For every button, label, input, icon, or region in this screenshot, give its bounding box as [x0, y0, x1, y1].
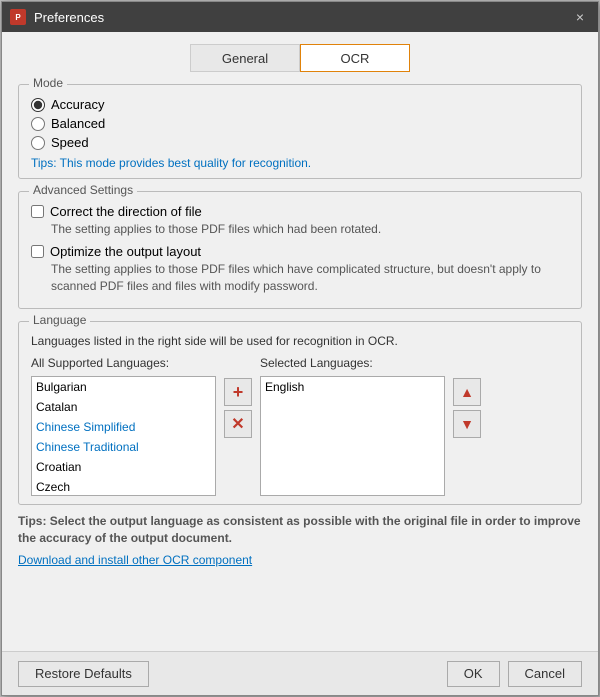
- list-item[interactable]: Bulgarian: [32, 377, 215, 397]
- all-languages-list[interactable]: Bulgarian Catalan Chinese Simplified Chi…: [31, 376, 216, 496]
- footer: Restore Defaults OK Cancel: [2, 651, 598, 695]
- title-bar: P Preferences ×: [2, 2, 598, 32]
- optimize-layout-checkbox[interactable]: [31, 245, 44, 258]
- mode-radio-group: Accuracy Balanced Speed: [31, 97, 569, 150]
- list-item[interactable]: Chinese Traditional: [32, 437, 215, 457]
- tab-general[interactable]: General: [190, 44, 300, 72]
- optimize-layout-desc: The setting applies to those PDF files w…: [51, 261, 569, 295]
- cancel-button[interactable]: Cancel: [508, 661, 582, 687]
- move-down-button[interactable]: ▼: [453, 410, 481, 438]
- list-item[interactable]: Czech: [32, 477, 215, 496]
- selected-languages-label: Selected Languages:: [260, 356, 445, 370]
- mode-section-title: Mode: [29, 76, 67, 90]
- language-section: Language Languages listed in the right s…: [18, 321, 582, 505]
- mode-balanced-radio[interactable]: [31, 117, 45, 131]
- up-arrow-icon: ▲: [460, 384, 474, 400]
- move-up-button[interactable]: ▲: [453, 378, 481, 406]
- tips-label: Tips:: [18, 514, 50, 528]
- advanced-section-title: Advanced Settings: [29, 183, 137, 197]
- close-button[interactable]: ×: [570, 7, 590, 27]
- all-languages-wrap: Bulgarian Catalan Chinese Simplified Chi…: [31, 376, 216, 496]
- mode-accuracy-label: Accuracy: [51, 97, 104, 112]
- mode-speed-radio[interactable]: [31, 136, 45, 150]
- remove-icon: ✕: [231, 414, 244, 434]
- tab-ocr[interactable]: OCR: [300, 44, 410, 72]
- optimize-layout-label: Optimize the output layout: [50, 244, 201, 259]
- plus-icon: +: [233, 382, 244, 403]
- mode-tips: Tips: This mode provides best quality fo…: [31, 156, 569, 170]
- correct-direction-label: Correct the direction of file: [50, 204, 202, 219]
- optimize-layout-item: Optimize the output layout: [31, 244, 569, 259]
- remove-language-button[interactable]: ✕: [224, 410, 252, 438]
- all-languages-container: All Supported Languages: Bulgarian Catal…: [31, 356, 216, 496]
- list-item[interactable]: Croatian: [32, 457, 215, 477]
- lang-action-buttons: + ✕: [224, 378, 252, 438]
- svg-text:P: P: [15, 13, 21, 22]
- mode-balanced-label: Balanced: [51, 116, 105, 131]
- correct-direction-item: Correct the direction of file: [31, 204, 569, 219]
- advanced-content: Correct the direction of file The settin…: [31, 204, 569, 294]
- mode-content: Accuracy Balanced Speed Tips: This mode …: [31, 97, 569, 170]
- download-link[interactable]: Download and install other OCR component: [18, 553, 582, 567]
- tips-content: Select the output language as consistent…: [18, 514, 581, 545]
- language-desc: Languages listed in the right side will …: [31, 334, 569, 348]
- add-language-button[interactable]: +: [224, 378, 252, 406]
- list-item[interactable]: Chinese Simplified: [32, 417, 215, 437]
- restore-defaults-button[interactable]: Restore Defaults: [18, 661, 149, 687]
- footer-left: Restore Defaults: [18, 661, 447, 687]
- mode-section: Mode Accuracy Balanced Speed: [18, 84, 582, 179]
- ok-button[interactable]: OK: [447, 661, 500, 687]
- tab-bar: General OCR: [18, 44, 582, 72]
- advanced-section: Advanced Settings Correct the direction …: [18, 191, 582, 309]
- down-arrow-icon: ▼: [460, 416, 474, 432]
- selected-languages-container: Selected Languages: English: [260, 356, 445, 496]
- all-languages-label: All Supported Languages:: [31, 356, 216, 370]
- preferences-window: P Preferences × General OCR Mode Accurac…: [1, 1, 599, 696]
- mode-accuracy-radio[interactable]: [31, 98, 45, 112]
- list-item[interactable]: English: [261, 377, 444, 397]
- content-area: General OCR Mode Accuracy Balanced: [2, 32, 598, 651]
- list-item[interactable]: Catalan: [32, 397, 215, 417]
- correct-direction-checkbox[interactable]: [31, 205, 44, 218]
- window-title: Preferences: [34, 10, 570, 25]
- correct-direction-desc: The setting applies to those PDF files w…: [51, 221, 569, 238]
- mode-speed-label: Speed: [51, 135, 89, 150]
- bottom-tips: Tips: Select the output language as cons…: [18, 513, 582, 547]
- language-section-title: Language: [29, 313, 90, 327]
- language-lists: All Supported Languages: Bulgarian Catal…: [31, 356, 569, 496]
- mode-speed-item: Speed: [31, 135, 569, 150]
- app-icon: P: [10, 9, 26, 25]
- mode-balanced-item: Balanced: [31, 116, 569, 131]
- selected-languages-list[interactable]: English: [260, 376, 445, 496]
- lang-order-buttons: ▲ ▼: [453, 378, 481, 438]
- mode-accuracy-item: Accuracy: [31, 97, 569, 112]
- footer-right: OK Cancel: [447, 661, 582, 687]
